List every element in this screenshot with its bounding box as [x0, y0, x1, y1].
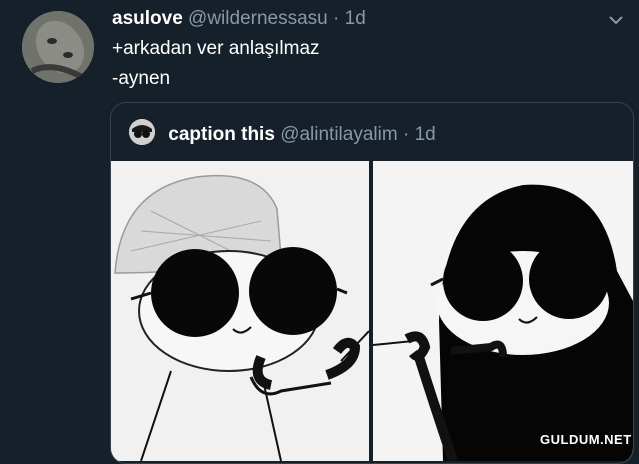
timestamp[interactable]: 1d — [345, 8, 366, 29]
avatar-photo — [22, 11, 94, 83]
display-name[interactable]: asulove — [112, 8, 183, 29]
quoted-tweet-header: caption this @alintilayalim · 1d — [129, 119, 436, 146]
user-avatar[interactable] — [22, 11, 94, 83]
quoted-timestamp[interactable]: 1d — [415, 124, 436, 145]
quoted-avatar — [129, 119, 155, 145]
separator-dot: · — [333, 8, 340, 29]
quoted-display-name[interactable]: caption this — [168, 124, 275, 145]
quoted-handle[interactable]: @alintilayalim — [280, 124, 398, 145]
watermark: GULDUM.NET — [540, 432, 632, 447]
tweet-text-line-2: -aynen — [112, 68, 171, 89]
quoted-tweet[interactable]: caption this @alintilayalim · 1d — [110, 102, 634, 464]
chevron-down-icon[interactable] — [604, 8, 628, 32]
meme-image-left[interactable] — [111, 161, 370, 462]
user-handle[interactable]: @wildernessasu — [188, 8, 328, 29]
meme-image-right[interactable] — [372, 161, 633, 463]
tweet-text-line-1: +arkadan ver anlaşılmaz — [112, 38, 320, 59]
quoted-separator-dot: · — [402, 124, 410, 145]
tweet-header: asulove @wildernessasu · 1d — [112, 8, 366, 30]
